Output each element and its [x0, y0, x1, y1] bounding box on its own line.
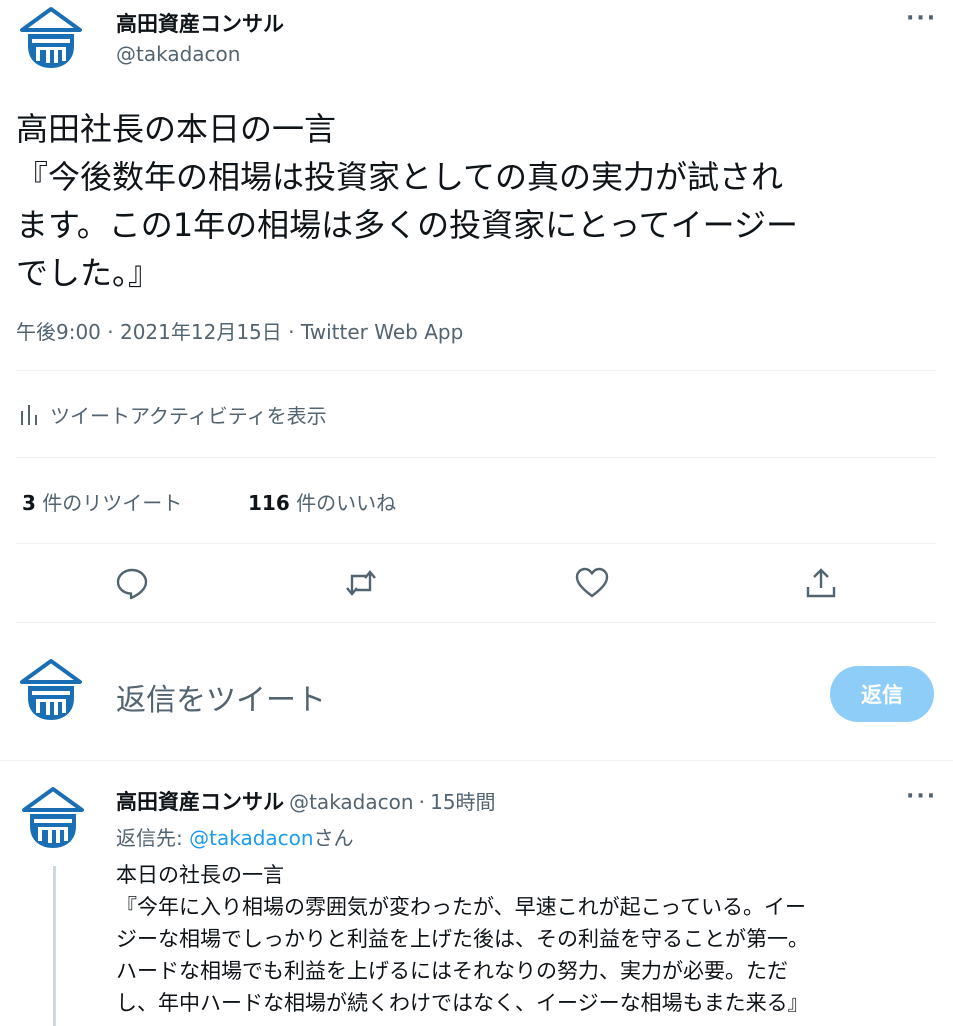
- reply-text: 本日の社長の一言 『今年に入り相場の雰囲気が変わったが、早速これが起こっている。…: [116, 859, 946, 1019]
- reply-more-options-button[interactable]: ···: [906, 784, 937, 809]
- reply-header: 高田資産コンサル @takadacon · 15時間: [116, 786, 496, 816]
- takada-logo-icon: [20, 659, 82, 720]
- reply-text-line: 『今年に入り相場の雰囲気が変わったが、早速これが起こっている。イー: [116, 895, 807, 919]
- reply-text-line: し、年中ハードな相場が続くわけではなく、イージーな相場もまた来る』: [116, 991, 809, 1015]
- replying-to: 返信先: @takadaconさん: [116, 822, 354, 851]
- reply-text-line: 本日の社長の一言: [116, 863, 284, 887]
- reply-compose-input[interactable]: 返信をツイート: [116, 675, 326, 719]
- share-icon[interactable]: [803, 565, 839, 601]
- divider: [0, 760, 953, 761]
- replying-to-prefix: 返信先:: [116, 826, 190, 850]
- retweet-label: 件のリツイート: [42, 491, 183, 515]
- tweet-text-line: 高田社長の本日の一言: [16, 110, 337, 148]
- tweet-timestamp[interactable]: 午後9:00 · 2021年12月15日 · Twitter Web App: [16, 316, 463, 345]
- divider: [16, 622, 936, 623]
- reply-author-name[interactable]: 高田資産コンサル: [116, 790, 284, 814]
- author-handle[interactable]: @takadacon: [116, 42, 240, 66]
- bar-chart-icon: [21, 404, 37, 425]
- takada-logo-icon[interactable]: [20, 786, 86, 852]
- replying-to-handle-link[interactable]: @takadacon: [189, 826, 313, 850]
- tweet-text-line: でした。』: [16, 254, 161, 292]
- takada-logo-icon[interactable]: [18, 6, 84, 72]
- retweet-stats[interactable]: 3 件のリツイート: [22, 487, 182, 516]
- more-options-button[interactable]: ···: [906, 6, 937, 31]
- thread-line: [53, 866, 56, 1026]
- divider: [16, 370, 936, 371]
- tweet-text: 高田社長の本日の一言 『今後数年の相場は投資家としての真の実力が試され ます。こ…: [16, 105, 936, 297]
- divider: [16, 543, 936, 544]
- activity-label: ツイートアクティビティを表示: [50, 404, 327, 428]
- reply-button[interactable]: 返信: [830, 666, 934, 722]
- tweet-text-line: 『今後数年の相場は投資家としての真の実力が試され: [16, 158, 784, 196]
- reply-text-line: ハードな相場でも利益を上げるにはそれなりの努力、実力が必要。ただ: [116, 959, 788, 983]
- tweet-text-line: ます。この1年の相場は多くの投資家にとってイージー: [16, 206, 798, 244]
- divider: [16, 457, 936, 458]
- like-label: 件のいいね: [296, 491, 397, 515]
- reply-author-handle[interactable]: @takadacon: [289, 790, 413, 814]
- like-count: 116: [248, 491, 290, 515]
- reply-time[interactable]: 15時間: [430, 790, 495, 814]
- retweet-icon[interactable]: [343, 565, 379, 601]
- heart-icon[interactable]: [574, 565, 610, 601]
- reply-text-line: ジーな相場でしっかりと利益を上げた後は、その利益を守ることが第一。: [116, 927, 809, 951]
- reply-icon[interactable]: [114, 565, 150, 601]
- separator: ·: [418, 790, 425, 814]
- replying-to-suffix: さん: [313, 826, 354, 850]
- author-name[interactable]: 高田資産コンサル: [116, 8, 284, 38]
- retweet-count: 3: [22, 491, 36, 515]
- like-stats[interactable]: 116 件のいいね: [248, 487, 396, 516]
- tweet-activity-link[interactable]: ツイートアクティビティを表示: [18, 400, 327, 429]
